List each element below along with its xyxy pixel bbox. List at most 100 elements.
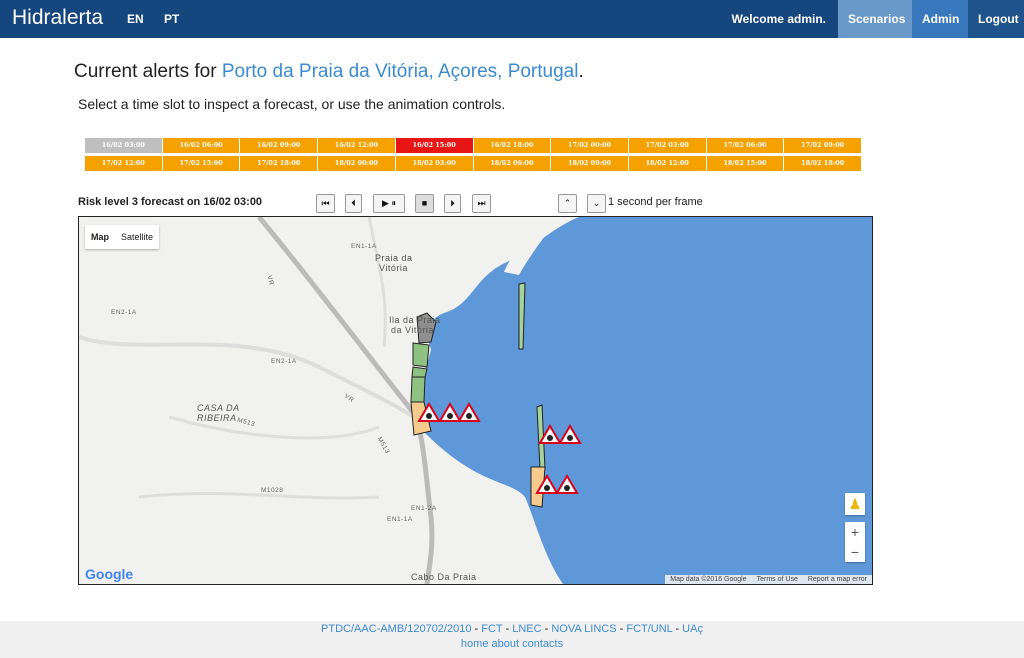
label-vitoria: Vitória (379, 263, 408, 273)
warning-sign-glyph (426, 413, 432, 419)
last-frame-button[interactable]: ⏭ (472, 194, 491, 213)
first-frame-button[interactable]: ⏮ (316, 194, 335, 213)
zoom-in-button[interactable]: + (845, 522, 865, 542)
welcome-text: Welcome admin. (731, 12, 826, 26)
lang-pt-link[interactable]: PT (164, 12, 179, 26)
google-logo: Google (85, 566, 134, 582)
time-slot[interactable]: 17/02 09:00 (784, 138, 862, 153)
page-title: Current alerts for Porto da Praia da Vit… (74, 61, 584, 83)
warning-sign-glyph (544, 485, 550, 491)
warning-sign-glyph (564, 485, 570, 491)
footer-partner-link[interactable]: PTDC/AAC-AMB/120702/2010 (321, 623, 471, 635)
footer-partner-link[interactable]: UAç (682, 623, 703, 635)
warning-sign-glyph (466, 413, 472, 419)
footer-about-link[interactable]: about (492, 638, 520, 650)
time-slot[interactable]: 16/02 12:00 (318, 138, 395, 153)
next-frame-button[interactable]: ⏵ (444, 194, 461, 213)
map-type-control: Map Satellite (85, 225, 160, 249)
report-error-link[interactable]: Report a map error (803, 575, 872, 584)
footer-separator: - (471, 623, 482, 635)
time-slot[interactable]: 17/02 00:00 (551, 138, 628, 153)
footer-partner-link[interactable]: FCT (481, 623, 502, 635)
terms-link[interactable]: Terms of Use (752, 575, 803, 584)
time-slot-row: 16/02 03:00 16/02 06:00 16/02 09:00 16/02 1… (85, 138, 862, 153)
time-slot[interactable]: 16/02 03:00 (85, 138, 162, 153)
nav-admin[interactable]: Admin (912, 0, 968, 38)
zoom-control: + − (845, 522, 865, 562)
time-slot[interactable]: 18/02 06:00 (473, 156, 551, 171)
time-slot[interactable]: 18/02 09:00 (551, 156, 628, 171)
stop-button[interactable]: ■ (415, 194, 434, 213)
play-pause-button[interactable]: ▶ ⏸ (373, 194, 405, 213)
time-slot[interactable]: 18/02 00:00 (318, 156, 395, 171)
title-suffix: . (578, 61, 584, 82)
footer-nav: home about contacts (0, 638, 1024, 650)
risk-level-text: Risk level 3 forecast on 16/02 03:00 (78, 196, 263, 208)
zoom-out-button[interactable]: − (845, 542, 865, 562)
instruction-text: Select a time slot to inspect a forecast… (78, 96, 506, 112)
map-view[interactable]: Praia da Vitória Ila da Praia da Vitória… (78, 216, 873, 585)
label-en2a-b: EN1-2A (411, 505, 437, 512)
label-praia: Praia da (375, 253, 413, 263)
footer-partner-link[interactable]: NOVA LINCS (551, 623, 616, 635)
footer-partner-link[interactable]: LNEC (512, 623, 541, 635)
time-slot[interactable]: 16/02 09:00 (240, 138, 318, 153)
label-en1a-b: EN1-1A (387, 516, 413, 523)
footer-partner-links: PTDC/AAC-AMB/120702/2010 - FCT - LNEC - … (0, 623, 1024, 635)
label-cabo: Cabo Da Praia (411, 572, 477, 582)
time-slot-row: 17/02 12:00 17/02 15:00 17/02 18:00 18/02 0… (85, 156, 862, 171)
label-en1a-top: EN1-1A (351, 243, 377, 250)
label-en2b: EN2-1A (271, 358, 297, 365)
nav-scenarios[interactable]: Scenarios (838, 0, 912, 38)
time-slot[interactable]: 16/02 18:00 (473, 138, 551, 153)
map-canvas[interactable] (79, 217, 872, 584)
time-slot[interactable]: 16/02 06:00 (162, 138, 240, 153)
time-slot[interactable]: 18/02 12:00 (628, 156, 706, 171)
zone-green-3[interactable] (410, 376, 426, 403)
brand-logo[interactable]: Hidralerta (12, 6, 103, 30)
location-name: Porto da Praia da Vitória, Açores, Portu… (221, 61, 579, 82)
map-data-text: Map data ©2016 Google (670, 576, 747, 583)
pegman-icon[interactable]: ♟ (845, 493, 865, 515)
footer-partner-link[interactable]: FCT/UNL (626, 623, 672, 635)
time-slot[interactable]: 17/02 18:00 (240, 156, 318, 171)
map-attribution: Map data ©2016 Google Terms of Use Repor… (665, 575, 872, 584)
footer-contacts-link[interactable]: contacts (522, 638, 563, 650)
label-en2a: EN2-1A (111, 309, 137, 316)
time-slot[interactable]: 17/02 12:00 (85, 156, 162, 171)
time-slot[interactable]: 17/02 15:00 (162, 156, 240, 171)
time-slot[interactable]: 16/02 15:00 (395, 138, 473, 153)
warning-sign-glyph (447, 413, 453, 419)
time-slot[interactable]: 18/02 15:00 (706, 156, 784, 171)
time-slot[interactable]: 17/02 03:00 (628, 138, 706, 153)
frame-speed-text: 1 second per frame (608, 196, 703, 208)
label-ribeira: RIBEIRA (197, 413, 237, 423)
label-casa: CASA DA (197, 403, 240, 413)
footer-separator: - (502, 623, 513, 635)
nav-logout[interactable]: Logout (968, 0, 1024, 38)
footer-home-link[interactable]: home (461, 638, 489, 650)
label-ila: Ila da Praia (389, 315, 441, 325)
nav-right: Welcome admin. Scenarios Admin Logout (722, 0, 1024, 38)
zone-green-1[interactable] (412, 342, 430, 368)
warning-sign-glyph (547, 435, 553, 441)
footer-separator: - (541, 623, 552, 635)
label-davitoria: da Vitória (391, 325, 434, 335)
title-prefix: Current alerts for (74, 61, 222, 82)
footer-separator: - (616, 623, 627, 635)
time-slot[interactable]: 17/02 06:00 (706, 138, 784, 153)
map-type-map-button[interactable]: Map (85, 225, 115, 249)
speed-up-button[interactable]: ⌃ (558, 194, 577, 213)
sea-area (420, 217, 872, 584)
label-m1028: M1028 (261, 487, 284, 494)
footer-separator: - (672, 623, 683, 635)
lang-en-link[interactable]: EN (127, 12, 144, 26)
prev-frame-button[interactable]: ⏴ (345, 194, 362, 213)
map-type-satellite-button[interactable]: Satellite (115, 225, 159, 249)
time-slot[interactable]: 18/02 18:00 (784, 156, 862, 171)
time-slot[interactable]: 18/02 03:00 (395, 156, 473, 171)
warning-sign-glyph (567, 435, 573, 441)
speed-down-button[interactable]: ⌄ (587, 194, 606, 213)
navbar: Hidralerta EN PT Welcome admin. Scenario… (0, 0, 1024, 38)
zone-green-2[interactable] (411, 366, 428, 378)
